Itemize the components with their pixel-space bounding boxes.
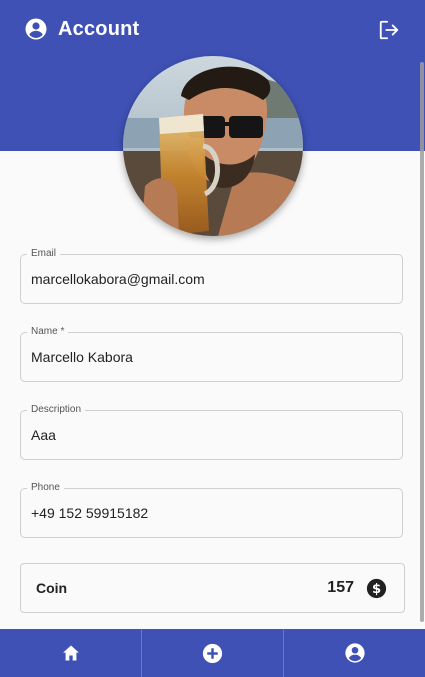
- account-circle-icon: [344, 643, 365, 663]
- description-field[interactable]: Description Aaa: [20, 404, 403, 460]
- phone-field-value[interactable]: +49 152 59915182: [31, 489, 391, 537]
- phone-field[interactable]: Phone +49 152 59915182: [20, 482, 403, 538]
- page-title: Account: [58, 17, 140, 40]
- name-field-value[interactable]: Marcello Kabora: [31, 333, 391, 381]
- bottom-navigation: [0, 629, 425, 677]
- name-field[interactable]: Name * Marcello Kabora: [20, 326, 403, 382]
- account-circle-icon: [25, 18, 47, 40]
- header-title: Account: [24, 16, 139, 42]
- avatar[interactable]: [123, 56, 303, 236]
- scrollbar[interactable]: [420, 62, 424, 622]
- profile-photo: [123, 56, 303, 236]
- logout-icon: [379, 20, 399, 40]
- coin-card: Coin 157 $: [20, 563, 405, 613]
- email-field[interactable]: Email marcellokabora@gmail.com: [20, 248, 403, 304]
- coin-label: Coin: [36, 580, 68, 596]
- logout-button[interactable]: [376, 17, 402, 43]
- dollar-circle-icon: $: [366, 578, 387, 599]
- add-circle-icon: [202, 643, 223, 663]
- nav-account-button[interactable]: [284, 629, 425, 677]
- home-icon: [62, 645, 79, 661]
- email-field-value[interactable]: marcellokabora@gmail.com: [31, 255, 391, 303]
- nav-add-button[interactable]: [142, 629, 284, 677]
- svg-text:$: $: [372, 582, 381, 597]
- nav-home-button[interactable]: [0, 629, 142, 677]
- description-field-value[interactable]: Aaa: [31, 411, 391, 459]
- coin-value: 157: [327, 579, 354, 596]
